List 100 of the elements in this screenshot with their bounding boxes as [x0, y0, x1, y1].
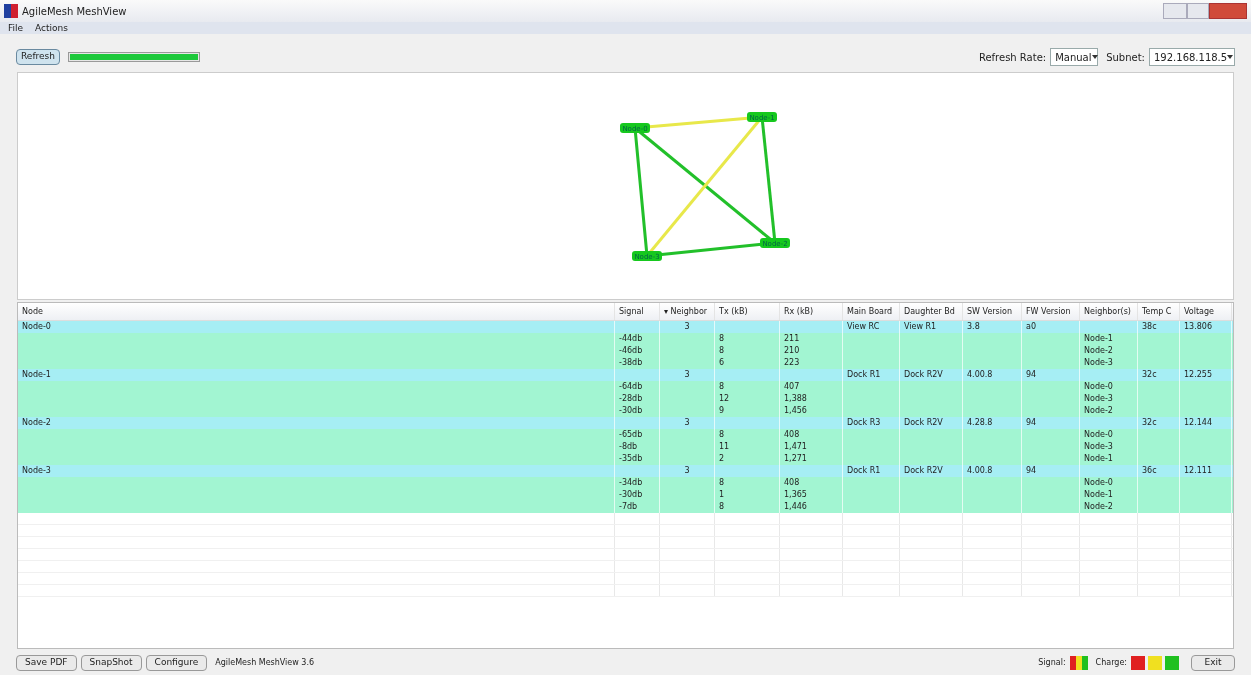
exit-button[interactable]: Exit	[1191, 655, 1235, 671]
table-cell: View RC	[847, 322, 880, 331]
table-cell: 1,471	[784, 442, 807, 451]
table-row[interactable]: Node-1 3 Dock R1 Dock R2V 4.00.8 94 32c 12.255	[18, 369, 1233, 381]
table-cell: 210	[784, 346, 800, 355]
column-header[interactable]: Daughter Bd	[900, 303, 963, 320]
table-cell: 408	[784, 430, 800, 439]
column-header[interactable]: SW Version	[963, 303, 1022, 320]
table-cell: 1,365	[784, 490, 807, 499]
table-row[interactable]: -30db 1 1,365 Node-1	[18, 489, 1233, 501]
table-cell: 1,456	[784, 406, 807, 415]
dropdown[interactable]: 192.168.118.5	[1149, 48, 1235, 66]
table-row[interactable]: -44db 8 211 Node-1	[18, 333, 1233, 345]
table-cell: 8	[719, 502, 725, 511]
footer-button[interactable]: Save PDF	[16, 655, 77, 671]
column-header[interactable]: Rx (kB)	[780, 303, 843, 320]
table-row[interactable]: -34db 8 408 Node-0	[18, 477, 1233, 489]
menu-item[interactable]: File	[8, 23, 24, 33]
table-cell: Dock R1	[847, 370, 881, 379]
table-cell: Node-1	[1084, 490, 1113, 499]
table-cell: Dock R3	[847, 418, 881, 427]
caret-icon	[1227, 55, 1234, 59]
table-cell: -38db	[619, 358, 643, 367]
table-cell: 94	[1026, 466, 1037, 475]
table-cell: 94	[1026, 418, 1037, 427]
table-row[interactable]: -7db 8 1,446 Node-2	[18, 501, 1233, 513]
table-row[interactable]: -64db 8 407 Node-0	[18, 381, 1233, 393]
table-cell: 32c	[1142, 370, 1157, 379]
refresh-button[interactable]: Refresh	[16, 49, 60, 65]
footer-button[interactable]: SnapShot	[80, 655, 142, 671]
table-cell: Node-3	[1084, 358, 1113, 367]
table-cell: 9	[719, 406, 725, 415]
table-row[interactable]: -30db 9 1,456 Node-2	[18, 405, 1233, 417]
column-header[interactable]: Voltage	[1180, 303, 1232, 320]
table-cell: Node-2	[1084, 406, 1113, 415]
table-row[interactable]: -35db 2 1,271 Node-1	[18, 453, 1233, 465]
table-cell: Dock R2V	[904, 370, 943, 379]
column-header[interactable]: Temp C	[1138, 303, 1180, 320]
table-cell: -8db	[619, 442, 638, 451]
table-cell: 3	[684, 370, 690, 379]
table-cell: 8	[719, 478, 725, 487]
column-header[interactable]: Signal	[615, 303, 660, 320]
table-cell: -7db	[619, 502, 638, 511]
table-row[interactable]: Node-3 3 Dock R1 Dock R2V 4.00.8 94 36c 12.111	[18, 465, 1233, 477]
column-header[interactable]: Neighbor(s)	[1080, 303, 1138, 320]
table-cell: Node-0	[1084, 430, 1113, 439]
table-row[interactable]: Node-0 3 View RC View R1 3.8 a0 38c 13.806	[18, 321, 1233, 333]
table-cell: 1,446	[784, 502, 807, 511]
table-cell: -65db	[619, 430, 643, 439]
table-cell: a0	[1026, 322, 1036, 331]
table-cell: Node-2	[1084, 346, 1113, 355]
table-cell: 36c	[1142, 466, 1157, 475]
table-cell: 8	[719, 382, 725, 391]
table-cell: Node-3	[1084, 394, 1113, 403]
table-cell: 32c	[1142, 418, 1157, 427]
table-row[interactable]: -65db 8 408 Node-0	[18, 429, 1233, 441]
table-cell: -30db	[619, 490, 643, 499]
column-header[interactable]: Node	[18, 303, 615, 320]
table-cell: 223	[784, 358, 800, 367]
window-controls[interactable]	[1163, 3, 1247, 19]
table-cell: Node-3	[22, 466, 51, 475]
signal-label: Signal:	[1038, 657, 1066, 669]
column-header[interactable]: Main Board	[843, 303, 900, 320]
window-title: AgileMesh MeshView	[22, 4, 127, 19]
field-label: Refresh Rate:	[978, 50, 1047, 65]
column-header[interactable]: ▾ Neighbor	[660, 303, 715, 320]
table-row[interactable]: -28db 12 1,388 Node-3	[18, 393, 1233, 405]
table-cell: Node-0	[22, 322, 51, 331]
dropdown[interactable]: Manual	[1050, 48, 1099, 66]
table-row[interactable]: -8db 11 1,471 Node-3	[18, 441, 1233, 453]
table-cell: 8	[719, 346, 725, 355]
column-header[interactable]: Tx (kB)	[715, 303, 780, 320]
table-cell: 8	[719, 334, 725, 343]
table-cell: Node-1	[22, 370, 51, 379]
table-row[interactable]: -46db 8 210 Node-2	[18, 345, 1233, 357]
table-row[interactable]: Node-2 3 Dock R3 Dock R2V 4.28.8 94 32c 12.144	[18, 417, 1233, 429]
table-cell: Dock R2V	[904, 466, 943, 475]
table-cell: 12.255	[1184, 370, 1212, 379]
table-cell: Node-3	[1084, 442, 1113, 451]
table-cell: Dock R1	[847, 466, 881, 475]
table-cell: Dock R2V	[904, 418, 943, 427]
table-cell: 1,388	[784, 394, 807, 403]
table-cell: 407	[784, 382, 800, 391]
table-cell: 2	[719, 454, 725, 463]
table-cell: -34db	[619, 478, 643, 487]
charge-label: Charge:	[1095, 657, 1127, 669]
table-cell: 408	[784, 478, 800, 487]
table-cell: 4.28.8	[967, 418, 993, 427]
table-cell: Node-2	[22, 418, 51, 427]
column-header[interactable]: FW Version	[1022, 303, 1080, 320]
table-row[interactable]: -38db 6 223 Node-3	[18, 357, 1233, 369]
caret-icon	[1091, 55, 1098, 59]
menu-item[interactable]: Actions	[35, 23, 68, 33]
table-cell: 1	[719, 490, 725, 499]
table-cell: 12.144	[1184, 418, 1212, 427]
table-cell: 94	[1026, 370, 1037, 379]
app-icon	[4, 4, 18, 18]
version-label: AgileMesh MeshView 3.6	[215, 657, 315, 669]
table-cell: Node-0	[1084, 382, 1113, 391]
footer-button[interactable]: Configure	[145, 655, 208, 671]
